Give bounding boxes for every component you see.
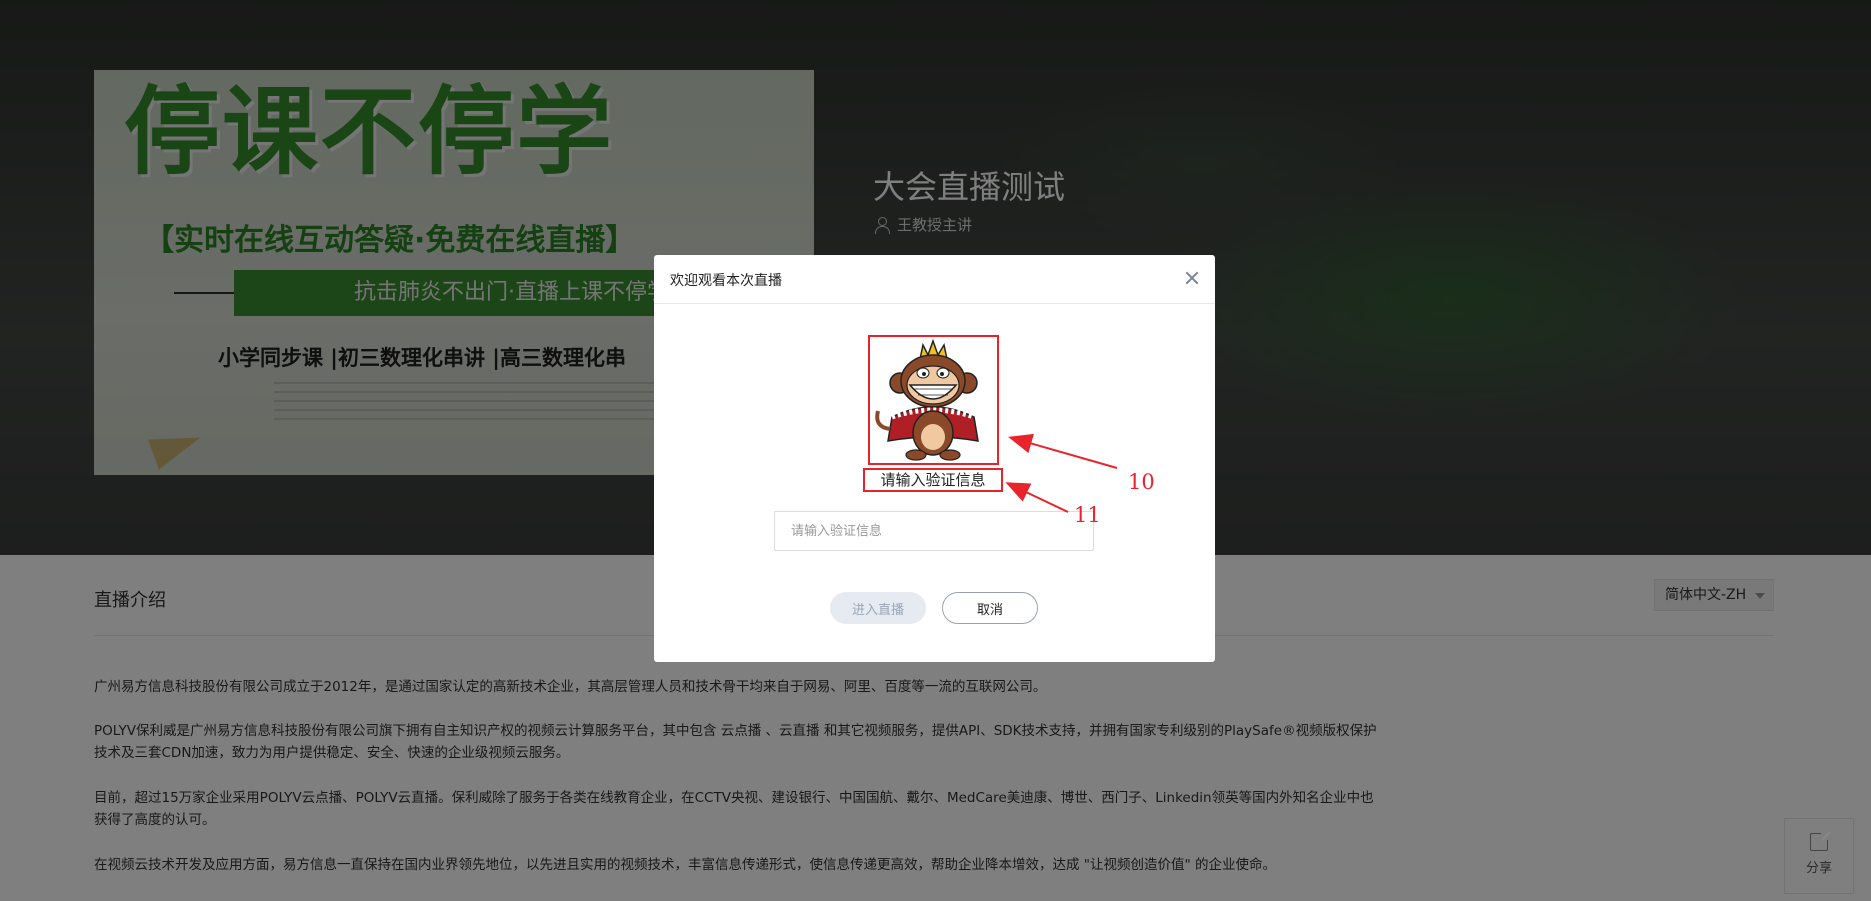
enter-live-button[interactable]: 进入直播 <box>830 592 926 624</box>
verification-dialog: 欢迎观看本次直播 请输入验证信息 请输入验证信息 进入直播 取消 <box>654 255 1215 662</box>
dialog-title: 欢迎观看本次直播 <box>670 273 782 289</box>
close-icon[interactable] <box>1183 269 1201 287</box>
cancel-button[interactable]: 取消 <box>942 592 1038 624</box>
annotation-label-a: 10 <box>1128 470 1155 494</box>
monkey-avatar-icon <box>875 338 979 461</box>
verify-input[interactable] <box>774 511 1094 551</box>
monkey-king-avatar <box>868 335 999 465</box>
verify-label: 请输入验证信息 <box>863 468 1003 492</box>
annotation-label-b: 11 <box>1074 503 1101 527</box>
dialog-header: 欢迎观看本次直播 <box>654 255 1215 304</box>
